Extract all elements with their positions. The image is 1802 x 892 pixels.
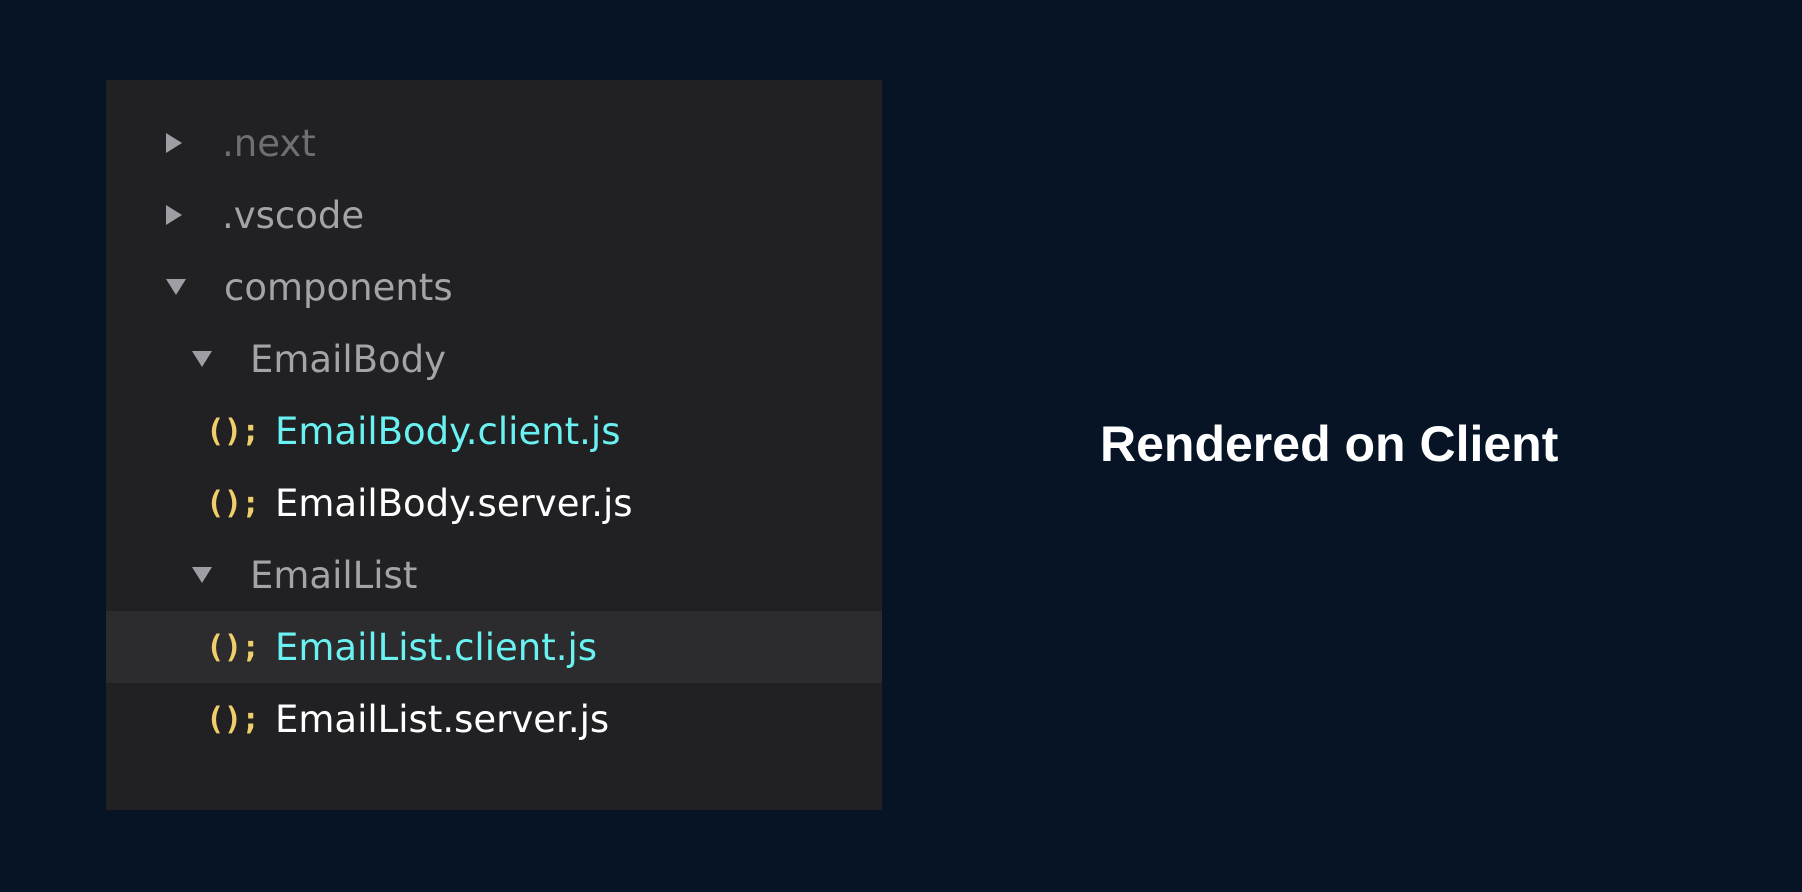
tree-file-emaillist-client[interactable]: (); EmailList.client.js	[106, 611, 882, 683]
tree-folder-emaillist[interactable]: EmailList	[106, 539, 882, 611]
tree-file-emailbody-client[interactable]: (); EmailBody.client.js	[106, 395, 882, 467]
file-label: EmailList.client.js	[275, 625, 598, 669]
caret-right-icon[interactable]	[166, 133, 182, 153]
tree-file-emaillist-server[interactable]: (); EmailList.server.js	[106, 683, 882, 755]
file-label: EmailBody.client.js	[275, 409, 621, 453]
file-tree: .next .vscode components EmailBody (); E…	[106, 107, 882, 755]
tree-folder-next[interactable]: .next	[106, 107, 882, 179]
tree-folder-vscode[interactable]: .vscode	[106, 179, 882, 251]
caret-right-icon[interactable]	[166, 205, 182, 225]
tree-folder-emailbody[interactable]: EmailBody	[106, 323, 882, 395]
file-explorer-panel: .next .vscode components EmailBody (); E…	[106, 80, 882, 810]
js-file-icon: ();	[206, 701, 260, 737]
caption-rendered-on-client: Rendered on Client	[1100, 416, 1559, 472]
folder-label: .next	[222, 121, 316, 165]
tree-file-emailbody-server[interactable]: (); EmailBody.server.js	[106, 467, 882, 539]
caret-down-icon[interactable]	[192, 567, 212, 583]
tree-folder-components[interactable]: components	[106, 251, 882, 323]
folder-label: EmailList	[250, 553, 418, 597]
folder-label: EmailBody	[250, 337, 447, 381]
folder-label: .vscode	[222, 193, 365, 237]
caret-down-icon[interactable]	[192, 351, 212, 367]
js-file-icon: ();	[206, 485, 260, 521]
folder-label: components	[224, 265, 453, 309]
js-file-icon: ();	[206, 629, 260, 665]
js-file-icon: ();	[206, 413, 260, 449]
file-label: EmailList.server.js	[275, 697, 610, 741]
caret-down-icon[interactable]	[166, 279, 186, 295]
file-label: EmailBody.server.js	[275, 481, 633, 525]
